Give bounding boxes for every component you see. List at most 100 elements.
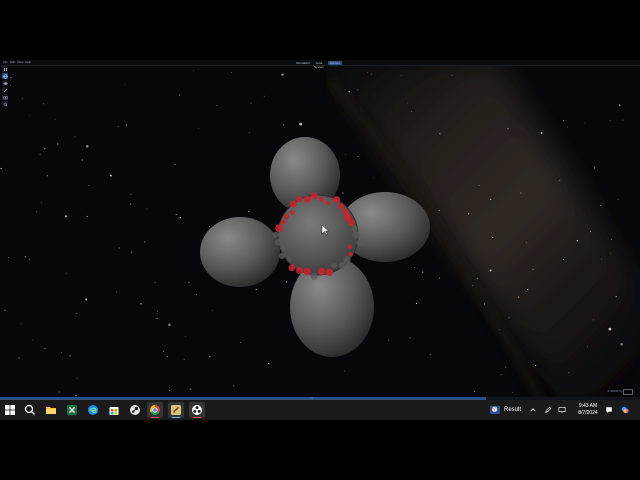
star <box>610 253 611 255</box>
debris-particle <box>289 210 295 215</box>
debris-particle <box>347 244 353 249</box>
star <box>411 111 412 112</box>
star <box>76 313 78 315</box>
copilot-icon[interactable] <box>619 404 631 416</box>
star <box>61 352 63 353</box>
excel-icon[interactable] <box>64 402 80 418</box>
star <box>285 281 288 283</box>
chrome-icon[interactable] <box>147 402 163 418</box>
universe-sandbox-running-indicator <box>172 416 180 418</box>
menu-file[interactable]: File <box>3 60 8 65</box>
windows-start-icon[interactable] <box>2 402 18 418</box>
body-lobe-left[interactable] <box>200 217 280 287</box>
tool-palette <box>2 66 10 108</box>
star <box>342 192 344 194</box>
store-icon[interactable] <box>106 402 122 418</box>
tab-simulation[interactable]: Simulation <box>296 61 310 65</box>
zoom-icon[interactable] <box>2 101 8 107</box>
debris-particle <box>279 253 286 260</box>
file-explorer-icon[interactable] <box>43 402 59 418</box>
star <box>600 204 602 207</box>
star <box>499 329 501 331</box>
star <box>178 94 180 96</box>
star <box>4 309 6 311</box>
star <box>472 285 474 286</box>
star <box>126 125 128 127</box>
star <box>490 198 492 200</box>
debris-particle <box>283 213 290 220</box>
debris-particle <box>280 219 286 225</box>
star <box>231 71 233 73</box>
star <box>576 240 578 242</box>
debris-particle <box>275 224 283 233</box>
result-widget[interactable]: ⚾ Result <box>490 406 521 414</box>
star <box>540 131 543 134</box>
star <box>32 339 34 341</box>
brush-icon[interactable] <box>2 87 8 93</box>
star <box>183 358 185 360</box>
result-label: Result <box>504 407 522 413</box>
star <box>126 124 128 126</box>
network-monitor-icon[interactable] <box>557 404 567 416</box>
star <box>357 89 359 91</box>
star <box>66 272 67 274</box>
star <box>507 128 509 130</box>
obs-icon[interactable] <box>189 402 205 418</box>
star <box>9 84 12 87</box>
universe-sandbox-icon[interactable] <box>168 402 184 418</box>
letterbox-top <box>0 0 640 60</box>
globe-icon[interactable] <box>2 73 8 79</box>
letterbox-bottom <box>0 420 640 480</box>
debris-particle <box>295 267 303 274</box>
hud-toggle[interactable] <box>623 389 633 395</box>
debris-particle <box>338 261 346 270</box>
star <box>508 317 510 319</box>
simulation-viewport[interactable] <box>0 60 640 400</box>
star <box>166 356 169 358</box>
debris-particle <box>351 225 358 232</box>
star <box>371 73 372 75</box>
camera-icon[interactable] <box>2 94 8 100</box>
star <box>163 351 164 353</box>
edge-icon[interactable] <box>85 402 101 418</box>
tab-solar-system[interactable]: Solar System <box>312 61 326 69</box>
windows-taskbar: ⚾ Result 9:43 AM 8/7/2024 <box>0 400 640 420</box>
menu-help[interactable]: Help <box>25 60 31 65</box>
debris-particle <box>332 196 341 204</box>
notifications-icon[interactable] <box>604 404 614 416</box>
star <box>146 208 148 210</box>
menu-edit[interactable]: Edit <box>10 60 15 65</box>
star <box>247 211 250 213</box>
chevron-up-icon[interactable] <box>528 404 538 416</box>
debris-particle <box>352 231 360 239</box>
steam-icon[interactable] <box>127 402 143 418</box>
star <box>44 348 46 350</box>
star <box>620 343 623 346</box>
star <box>344 370 345 372</box>
star <box>18 357 20 359</box>
planet-icon[interactable] <box>2 80 8 86</box>
star <box>157 311 158 313</box>
search-icon[interactable] <box>22 402 38 418</box>
star <box>175 214 177 216</box>
star <box>42 103 44 105</box>
star <box>115 291 117 293</box>
star <box>532 268 534 271</box>
star <box>414 267 415 268</box>
star <box>373 177 374 179</box>
star <box>10 77 12 79</box>
star <box>563 120 565 122</box>
menu-view[interactable]: View <box>17 60 23 65</box>
star <box>118 247 120 249</box>
pen-icon[interactable] <box>543 404 553 416</box>
tab-planets[interactable]: Planets <box>328 60 342 65</box>
pause-icon[interactable] <box>2 66 8 72</box>
star <box>429 353 431 355</box>
star <box>263 95 265 97</box>
star <box>438 277 440 279</box>
universe-sandbox-window: File Edit View Help Simulation Solar Sys… <box>0 60 640 400</box>
star <box>617 198 619 200</box>
debris-particle <box>348 252 353 257</box>
star <box>492 236 494 239</box>
taskbar-clock[interactable]: 9:43 AM 8/7/2024 <box>574 403 602 417</box>
